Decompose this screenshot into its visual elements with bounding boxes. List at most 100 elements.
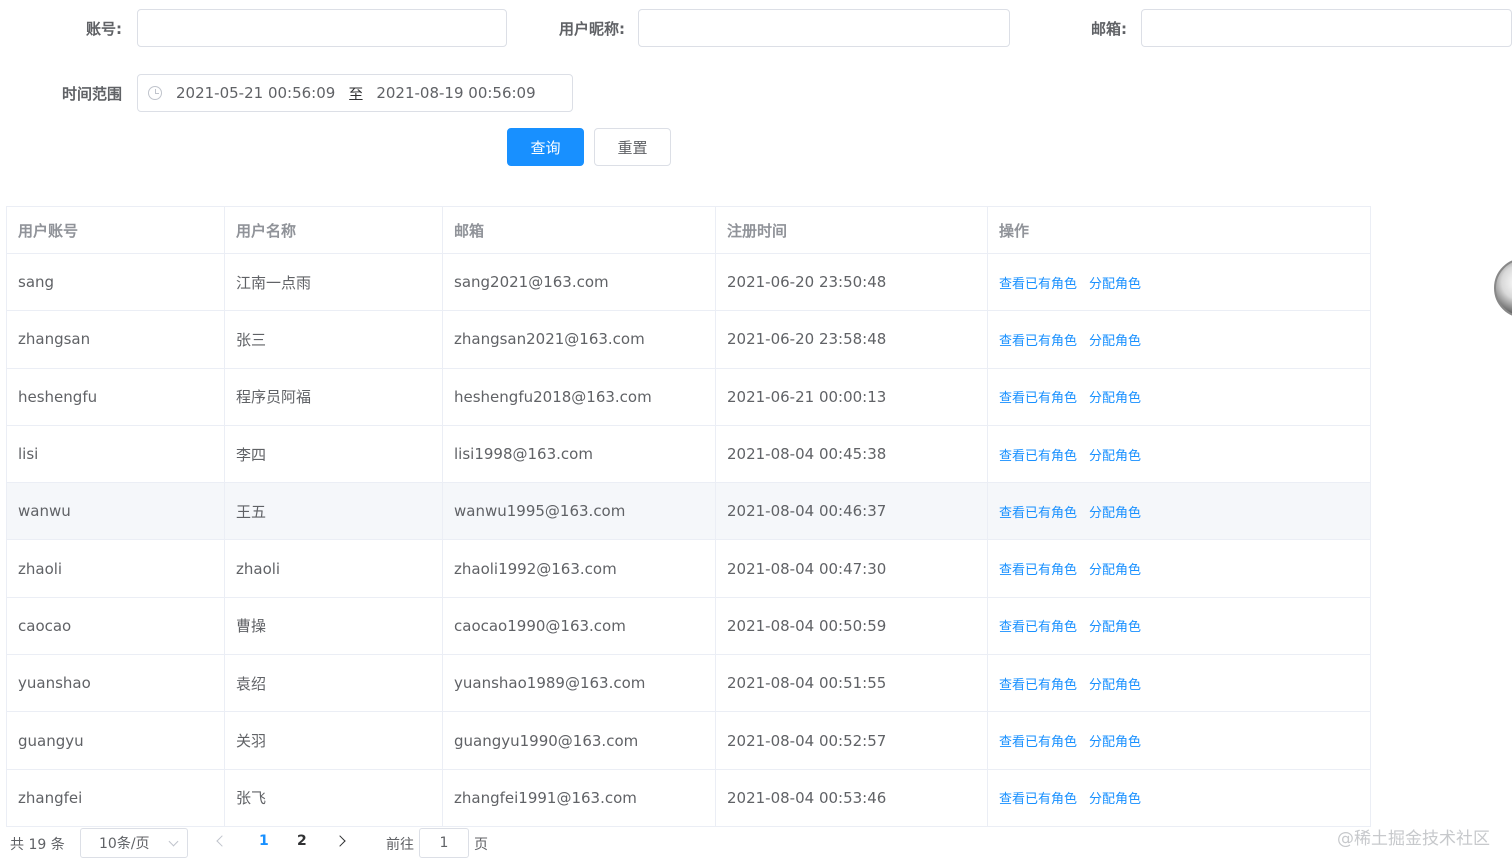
table-row[interactable]: wanwu 王五 wanwu1995@163.com 2021-08-04 00… <box>6 482 1371 541</box>
cell-actions: 查看已有角色 分配角色 <box>987 596 1371 656</box>
chevron-down-icon <box>168 836 179 847</box>
cell-name: 张三 <box>224 310 443 369</box>
chevron-right-icon[interactable] <box>334 835 346 847</box>
table-header-row: 用户账号 用户名称 邮箱 注册时间 操作 <box>6 206 1371 254</box>
nickname-input[interactable] <box>638 9 1010 47</box>
page-size-select[interactable]: 10条/页 <box>80 828 188 858</box>
cell-actions: 查看已有角色 分配角色 <box>987 768 1371 827</box>
cell-registered: 2021-08-04 00:51:55 <box>715 654 988 713</box>
query-button[interactable]: 查询 <box>507 128 584 166</box>
email-label: 邮箱: <box>1091 20 1127 38</box>
table-row[interactable]: sang 江南一点雨 sang2021@163.com 2021-06-20 2… <box>6 252 1371 312</box>
end-time-value[interactable]: 2021-08-19 00:56:09 <box>376 84 535 102</box>
cell-email: caocao1990@163.com <box>442 596 716 656</box>
cell-account: caocao <box>6 596 225 656</box>
table-row[interactable]: guangyu 关羽 guangyu1990@163.com 2021-08-0… <box>6 711 1371 770</box>
cell-name: 张飞 <box>224 768 443 827</box>
reset-button[interactable]: 重置 <box>594 128 671 166</box>
cell-registered: 2021-06-21 00:00:13 <box>715 367 988 426</box>
cell-account: zhangfei <box>6 768 225 827</box>
cell-email: sang2021@163.com <box>442 252 716 312</box>
table-row[interactable]: caocao 曹操 caocao1990@163.com 2021-08-04 … <box>6 596 1371 656</box>
table-row[interactable]: zhangsan 张三 zhangsan2021@163.com 2021-06… <box>6 310 1371 369</box>
cell-registered: 2021-08-04 00:52:57 <box>715 711 988 770</box>
cell-email: zhangsan2021@163.com <box>442 310 716 369</box>
view-roles-link[interactable]: 查看已有角色 <box>999 735 1077 750</box>
cell-registered: 2021-06-20 23:50:48 <box>715 252 988 312</box>
account-input[interactable] <box>137 9 507 47</box>
table-row[interactable]: heshengfu 程序员阿福 heshengfu2018@163.com 20… <box>6 367 1371 426</box>
view-roles-link[interactable]: 查看已有角色 <box>999 506 1077 521</box>
assign-role-link[interactable]: 分配角色 <box>1089 506 1141 521</box>
cell-name: 李四 <box>224 424 443 484</box>
page-size-value: 10条/页 <box>99 836 150 852</box>
cell-email: heshengfu2018@163.com <box>442 367 716 426</box>
assign-role-link[interactable]: 分配角色 <box>1089 449 1141 464</box>
floating-ball-icon[interactable] <box>1494 258 1512 318</box>
column-header-actions[interactable]: 操作 <box>987 206 1371 254</box>
assign-role-link[interactable]: 分配角色 <box>1089 277 1141 292</box>
user-table: 用户账号 用户名称 邮箱 注册时间 操作 sang 江南一点雨 sang2021… <box>6 206 1371 827</box>
cell-actions: 查看已有角色 分配角色 <box>987 711 1371 770</box>
account-label: 账号: <box>86 20 122 38</box>
column-header-name[interactable]: 用户名称 <box>224 206 443 254</box>
cell-actions: 查看已有角色 分配角色 <box>987 539 1371 598</box>
cell-registered: 2021-08-04 00:47:30 <box>715 539 988 598</box>
cell-actions: 查看已有角色 分配角色 <box>987 367 1371 426</box>
assign-role-link[interactable]: 分配角色 <box>1089 792 1141 807</box>
cell-registered: 2021-06-20 23:58:48 <box>715 310 988 369</box>
cell-actions: 查看已有角色 分配角色 <box>987 310 1371 369</box>
cell-email: wanwu1995@163.com <box>442 482 716 541</box>
chevron-left-icon[interactable] <box>216 835 228 847</box>
watermark: @稀土掘金技术社区 <box>1337 829 1490 849</box>
cell-account: zhaoli <box>6 539 225 598</box>
cell-email: zhaoli1992@163.com <box>442 539 716 598</box>
column-header-registered[interactable]: 注册时间 <box>715 206 988 254</box>
table-row[interactable]: yuanshao 袁绍 yuanshao1989@163.com 2021-08… <box>6 654 1371 713</box>
cell-name: 关羽 <box>224 711 443 770</box>
assign-role-link[interactable]: 分配角色 <box>1089 678 1141 693</box>
table-row[interactable]: lisi 李四 lisi1998@163.com 2021-08-04 00:4… <box>6 424 1371 484</box>
view-roles-link[interactable]: 查看已有角色 <box>999 277 1077 292</box>
cell-registered: 2021-08-04 00:46:37 <box>715 482 988 541</box>
nickname-label: 用户昵称: <box>559 20 625 38</box>
goto-unit-label: 页 <box>474 837 488 853</box>
pagination: 共 19 条 10条/页 1 2 前往 页 <box>0 826 700 860</box>
view-roles-link[interactable]: 查看已有角色 <box>999 391 1077 406</box>
cell-name: 江南一点雨 <box>224 252 443 312</box>
cell-account: sang <box>6 252 225 312</box>
assign-role-link[interactable]: 分配角色 <box>1089 735 1141 750</box>
email-input[interactable] <box>1141 9 1512 47</box>
cell-account: zhangsan <box>6 310 225 369</box>
view-roles-link[interactable]: 查看已有角色 <box>999 792 1077 807</box>
start-time-value[interactable]: 2021-05-21 00:56:09 <box>176 84 335 102</box>
view-roles-link[interactable]: 查看已有角色 <box>999 563 1077 578</box>
column-header-email[interactable]: 邮箱 <box>442 206 716 254</box>
view-roles-link[interactable]: 查看已有角色 <box>999 449 1077 464</box>
cell-name: 王五 <box>224 482 443 541</box>
assign-role-link[interactable]: 分配角色 <box>1089 391 1141 406</box>
page-number-1[interactable]: 1 <box>259 833 269 849</box>
cell-name: 曹操 <box>224 596 443 656</box>
assign-role-link[interactable]: 分配角色 <box>1089 563 1141 578</box>
cell-actions: 查看已有角色 分配角色 <box>987 482 1371 541</box>
view-roles-link[interactable]: 查看已有角色 <box>999 678 1077 693</box>
view-roles-link[interactable]: 查看已有角色 <box>999 620 1077 635</box>
goto-page-input[interactable] <box>419 828 469 858</box>
cell-actions: 查看已有角色 分配角色 <box>987 654 1371 713</box>
page-number-2[interactable]: 2 <box>297 833 307 849</box>
clock-icon <box>148 86 162 100</box>
table-row[interactable]: zhaoli zhaoli zhaoli1992@163.com 2021-08… <box>6 539 1371 598</box>
cell-account: guangyu <box>6 711 225 770</box>
cell-registered: 2021-08-04 00:45:38 <box>715 424 988 484</box>
date-range-picker[interactable]: 2021-05-21 00:56:09 至 2021-08-19 00:56:0… <box>137 74 573 112</box>
cell-email: lisi1998@163.com <box>442 424 716 484</box>
view-roles-link[interactable]: 查看已有角色 <box>999 334 1077 349</box>
table-row[interactable]: zhangfei 张飞 zhangfei1991@163.com 2021-08… <box>6 768 1371 827</box>
column-header-account[interactable]: 用户账号 <box>6 206 225 254</box>
assign-role-link[interactable]: 分配角色 <box>1089 620 1141 635</box>
assign-role-link[interactable]: 分配角色 <box>1089 334 1141 349</box>
cell-actions: 查看已有角色 分配角色 <box>987 252 1371 312</box>
cell-account: lisi <box>6 424 225 484</box>
pagination-total: 共 19 条 <box>10 837 65 853</box>
